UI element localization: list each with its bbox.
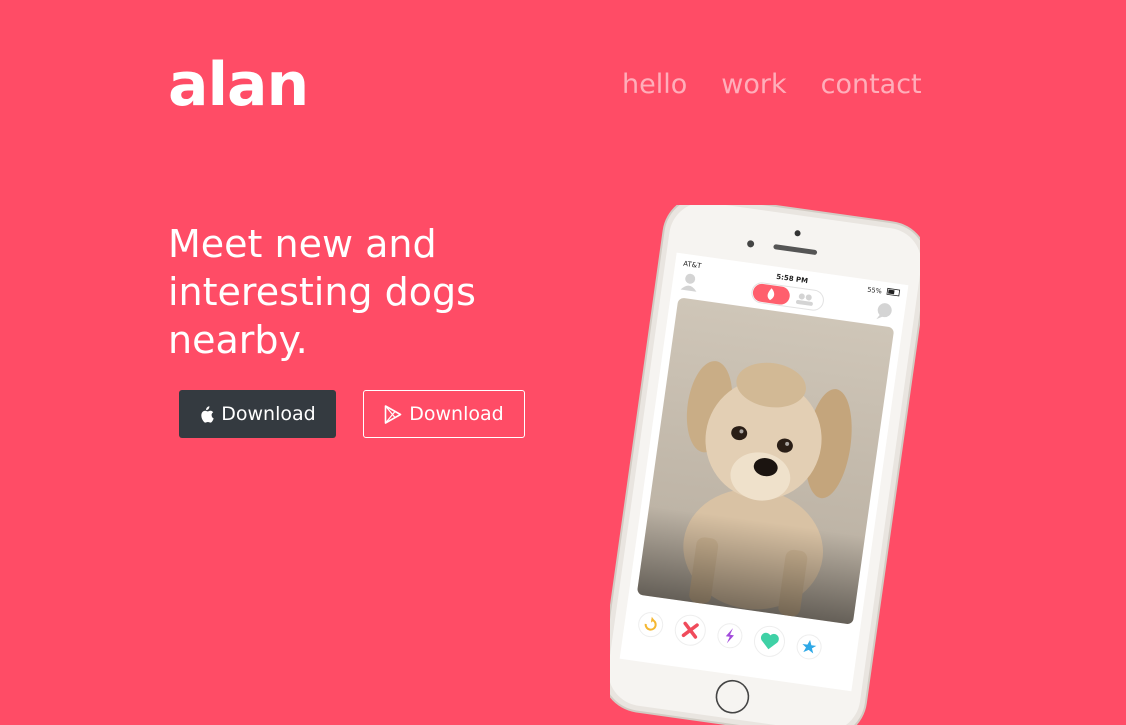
nav-work[interactable]: work xyxy=(721,68,786,102)
apple-icon xyxy=(199,405,214,423)
google-play-download-label: Download xyxy=(409,403,504,425)
hero-headline: Meet new and interesting dogs nearby. xyxy=(168,222,476,362)
google-play-download-button[interactable]: Download xyxy=(363,390,525,438)
app-store-download-label: Download xyxy=(221,403,316,425)
phone-mockup: AT&T 5:58 PM 55% xyxy=(610,205,920,725)
nav-contact[interactable]: contact xyxy=(821,68,922,102)
main-nav: hello work contact xyxy=(622,68,922,102)
nav-hello[interactable]: hello xyxy=(622,68,687,102)
logo[interactable]: alan xyxy=(168,50,309,120)
dog-photo xyxy=(637,298,894,624)
app-store-download-button[interactable]: Download xyxy=(179,390,336,438)
google-play-icon xyxy=(384,404,402,424)
